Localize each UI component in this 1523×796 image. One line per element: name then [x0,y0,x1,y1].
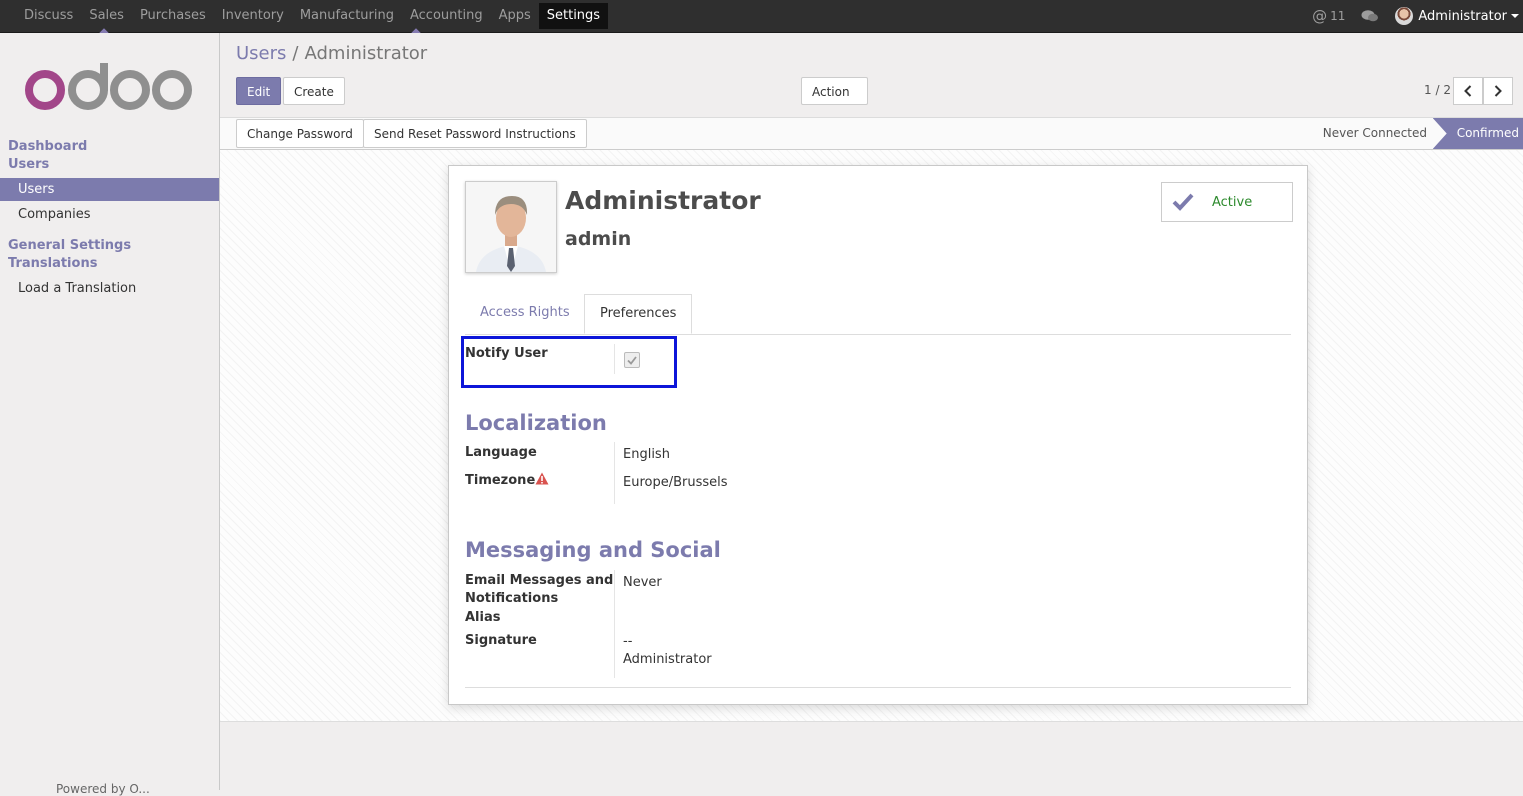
app-menu: Discuss Sales Purchases Inventory Manufa… [16,0,609,32]
caret-down-icon [1511,14,1519,18]
signature-line1: -- [623,634,633,649]
breadcrumb: Users / Administrator [236,43,427,64]
odoo-logo [25,63,192,110]
menu-purchases[interactable]: Purchases [132,0,214,32]
email-label-line1: Email Messages and [465,573,614,588]
alias-label: Alias [465,610,501,625]
notify-user-checkbox[interactable] [624,352,640,368]
menu-manufacturing[interactable]: Manufacturing [292,0,402,32]
user-photo-image [466,182,556,272]
field-divider [614,442,615,504]
checkmark-icon [627,355,637,365]
control-panel: Users / Administrator Edit Create Action 1… [220,33,1523,123]
language-value[interactable]: English [623,446,670,464]
tab-preferences[interactable]: Preferences [584,294,693,334]
timezone-label: Timezone [465,472,549,490]
breadcrumb-users[interactable]: Users [236,43,286,64]
user-name-title: Administrator [565,186,761,215]
sidebar-section-users[interactable]: Users [8,157,49,172]
form-sheet: Administrator admin Active Access Rights… [448,165,1308,705]
sidebar-item-load-translation[interactable]: Load a Translation [0,277,219,300]
sheet-bottom-divider [465,687,1291,688]
action-dropdown[interactable]: Action [801,77,868,123]
email-notifications-label: Email Messages and Notifications [465,572,613,608]
user-name: Administrator [1418,8,1507,24]
sidebar-section-dashboard[interactable]: Dashboard [8,139,87,154]
active-toggle-button[interactable]: Active [1161,182,1293,222]
field-divider [614,344,615,374]
menu-sales[interactable]: Sales [81,0,132,32]
sidebar-item-users[interactable]: Users [0,178,219,201]
email-label-line2: Notifications [465,591,559,606]
user-photo[interactable] [465,181,557,273]
at-icon: @ [1312,7,1328,25]
menu-discuss[interactable]: Discuss [16,0,81,32]
action-label: Action [812,85,850,99]
sidebar-section-translations[interactable]: Translations [8,256,97,271]
signature-line2: Administrator [623,652,712,667]
menu-inventory[interactable]: Inventory [214,0,292,32]
sidebar-section-general-settings[interactable]: General Settings [8,238,131,253]
chat-button[interactable] [1353,9,1387,23]
messaging-heading: Messaging and Social [465,538,721,562]
notify-user-label: Notify User [465,346,548,361]
menu-settings[interactable]: Settings [538,3,609,29]
below-area [220,722,1523,790]
sidebar-item-companies[interactable]: Companies [0,203,219,226]
send-reset-password-button[interactable]: Send Reset Password Instructions [363,119,587,148]
chevron-left-icon [1464,85,1472,97]
mentions-button[interactable]: @ 11 [1304,7,1353,25]
sidebar: Dashboard Users Users Companies General … [0,33,220,796]
language-label: Language [465,445,537,460]
pager-value[interactable]: 1 / 2 [1424,83,1451,97]
form-statusbar: Change Password Send Reset Password Inst… [220,118,1523,150]
pager-next-button[interactable] [1483,77,1513,105]
chevron-right-icon [1494,85,1502,97]
systray: @ 11 Administrator [1304,0,1523,32]
timezone-label-text: Timezone [465,473,536,488]
breadcrumb-separator: / [292,43,299,64]
localization-heading: Localization [465,411,607,435]
user-menu[interactable]: Administrator [1387,7,1523,25]
notebook-tabs: Access Rights Preferences [465,294,1291,335]
warning-icon[interactable] [535,472,549,485]
user-login: admin [565,228,632,250]
top-navbar: Discuss Sales Purchases Inventory Manufa… [0,0,1523,33]
avatar [1395,7,1414,25]
change-password-button[interactable]: Change Password [236,119,364,148]
edit-button[interactable]: Edit [236,77,282,105]
tab-access-rights[interactable]: Access Rights [465,294,585,333]
breadcrumb-current: Administrator [304,43,428,64]
create-button[interactable]: Create [283,77,345,105]
stage-never-connected[interactable]: Never Connected [1315,118,1435,149]
menu-apps[interactable]: Apps [491,0,539,32]
timezone-value[interactable]: Europe/Brussels [623,474,728,492]
mentions-count: 11 [1330,9,1346,23]
signature-value[interactable]: -- Administrator [623,633,712,669]
check-icon [1172,193,1194,211]
active-label: Active [1212,194,1253,210]
signature-label: Signature [465,633,537,648]
chat-bubbles-icon [1361,10,1379,22]
pager-previous-button[interactable] [1453,77,1483,105]
email-notifications-value[interactable]: Never [623,574,662,592]
powered-by[interactable]: Powered by O... [56,782,150,796]
field-divider [614,570,615,678]
stage-confirmed[interactable]: Confirmed [1432,118,1523,149]
